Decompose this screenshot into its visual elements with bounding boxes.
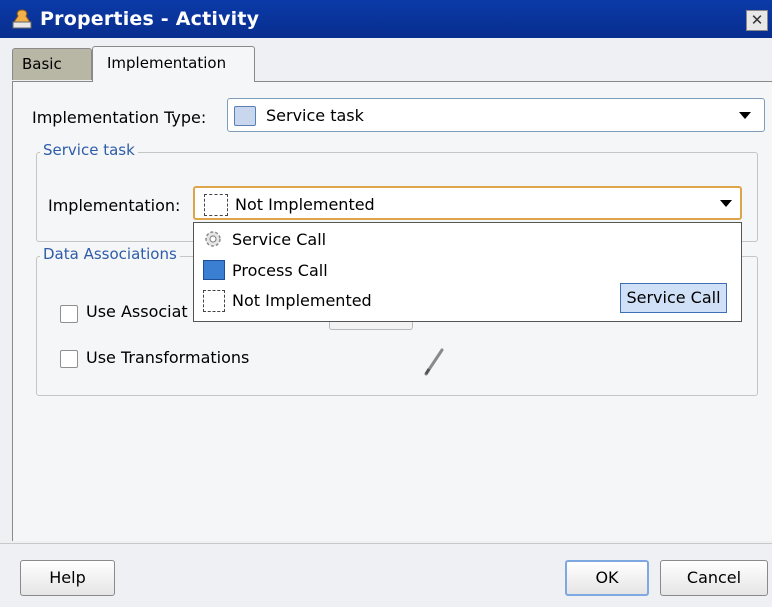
implementation-type-label: Implementation Type: [32, 108, 207, 127]
ok-button[interactable]: OK [565, 560, 649, 596]
tab-implementation[interactable]: Implementation [92, 46, 255, 82]
dropdown-item-label: Process Call [232, 261, 328, 280]
implementation-select[interactable]: Not Implemented [193, 186, 742, 220]
pencil-icon[interactable] [420, 344, 448, 378]
dropdown-item-label: Service Call [232, 230, 327, 249]
dashed-box-icon [203, 290, 225, 312]
use-associations-label: Use Associat [86, 302, 188, 321]
help-button[interactable]: Help [20, 560, 115, 596]
implementation-type-select[interactable]: Service task [227, 98, 765, 132]
tooltip: Service Call [620, 283, 727, 313]
tab-basic[interactable]: Basic [12, 48, 92, 80]
dropdown-item-label: Not Implemented [232, 291, 372, 310]
process-icon [203, 260, 225, 280]
use-associations-checkbox[interactable] [60, 305, 78, 323]
implementation-type-value: Service task [266, 106, 364, 125]
service-task-icon [234, 106, 256, 126]
implementation-label: Implementation: [48, 196, 181, 215]
use-transformations-label: Use Transformations [86, 348, 250, 367]
service-task-group-label: Service task [40, 141, 138, 159]
window-title: Properties - Activity [40, 8, 260, 30]
cancel-button[interactable]: Cancel [660, 560, 768, 596]
dropdown-item-process-call[interactable]: Process Call [194, 256, 741, 286]
chevron-down-icon[interactable] [739, 112, 751, 119]
use-transformations-checkbox[interactable] [60, 350, 78, 368]
gear-icon [205, 231, 221, 247]
divider [0, 543, 772, 544]
chevron-down-icon[interactable] [720, 200, 732, 207]
data-associations-group-label: Data Associations [40, 245, 180, 263]
implementation-value: Not Implemented [235, 195, 375, 214]
app-icon [12, 9, 32, 29]
close-button[interactable]: ✕ [746, 10, 768, 31]
dashed-box-icon [204, 194, 228, 216]
dropdown-item-service-call[interactable]: Service Call [194, 225, 741, 255]
